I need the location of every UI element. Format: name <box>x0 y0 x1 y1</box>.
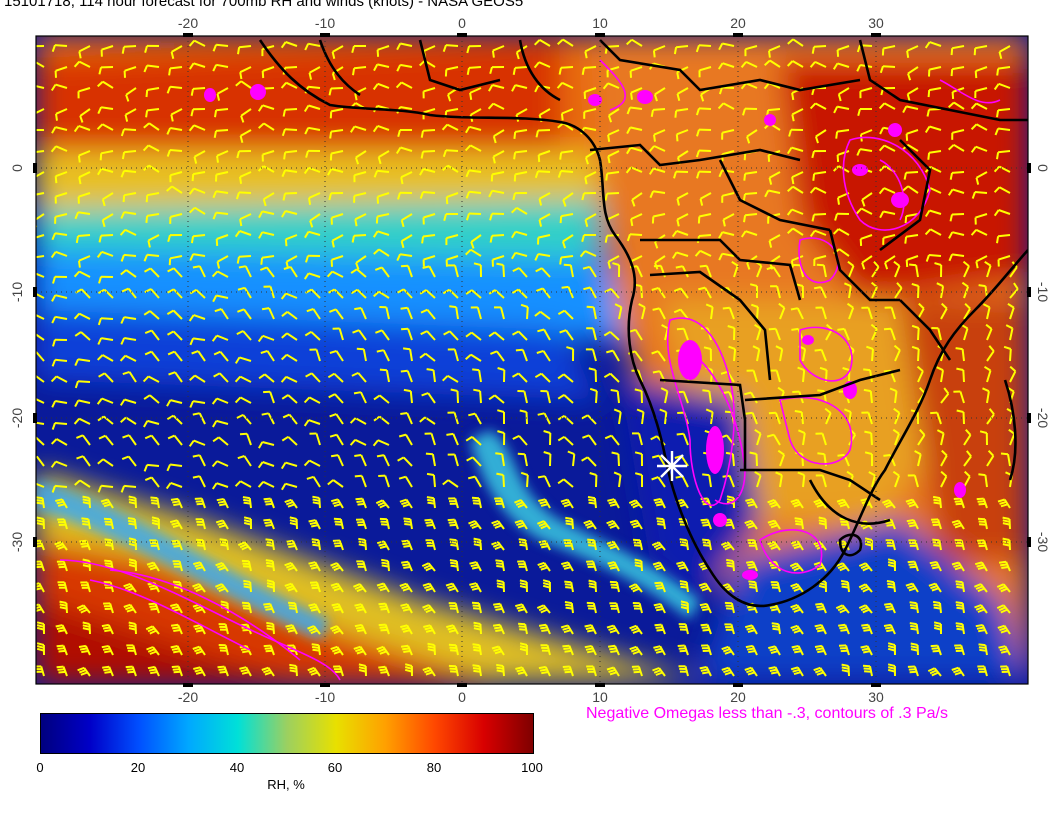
lon-label: 0 <box>458 689 466 705</box>
rh-field <box>36 36 1028 684</box>
lat-label: -20 <box>9 408 25 428</box>
lon-labels-bottom: -20 -10 0 10 20 30 <box>178 689 884 705</box>
lat-label: -10 <box>9 282 25 302</box>
lat-label: -20 <box>1035 408 1051 428</box>
lon-label: -20 <box>178 15 198 31</box>
lon-label: 30 <box>868 15 884 31</box>
omega-legend-note: Negative Omegas less than -.3, contours … <box>586 705 948 722</box>
rh-wind-map: -20 -10 0 10 20 30 -20 -10 0 10 20 30 0 … <box>9 15 1051 705</box>
lat-label: -30 <box>1035 532 1051 552</box>
colorbar-label: 20 <box>130 760 146 775</box>
lat-labels-right: 0 -10 -20 -30 <box>1035 164 1051 552</box>
lon-label: -20 <box>178 689 198 705</box>
lon-labels-top: -20 -10 0 10 20 30 <box>178 15 884 31</box>
colorbar-label: 0 <box>36 760 44 775</box>
lon-label: 0 <box>458 15 466 31</box>
lon-label: 30 <box>868 689 884 705</box>
lat-label: 0 <box>1035 164 1051 172</box>
lon-label: 20 <box>730 15 746 31</box>
map-container: -20 -10 0 10 20 30 -20 -10 0 10 20 30 0 … <box>0 0 1056 816</box>
map-title: 15101718, 114 hour forecast for 700mb RH… <box>4 0 524 10</box>
lon-label: -10 <box>315 15 335 31</box>
rh-colorbar <box>40 713 534 754</box>
lon-label: -10 <box>315 689 335 705</box>
lon-label: 10 <box>592 15 608 31</box>
lat-labels-left: 0 -10 -20 -30 <box>9 164 25 552</box>
lat-label: 0 <box>9 164 25 172</box>
colorbar-label: 100 <box>521 760 543 775</box>
lat-label: -30 <box>9 532 25 552</box>
lat-label: -10 <box>1035 282 1051 302</box>
colorbar-label: 80 <box>426 760 442 775</box>
colorbar-label: 60 <box>327 760 343 775</box>
colorbar-label: 40 <box>229 760 245 775</box>
lon-label: 20 <box>730 689 746 705</box>
white-star-icon <box>657 451 687 481</box>
colorbar-title: RH, % <box>267 777 305 792</box>
lon-label: 10 <box>592 689 608 705</box>
